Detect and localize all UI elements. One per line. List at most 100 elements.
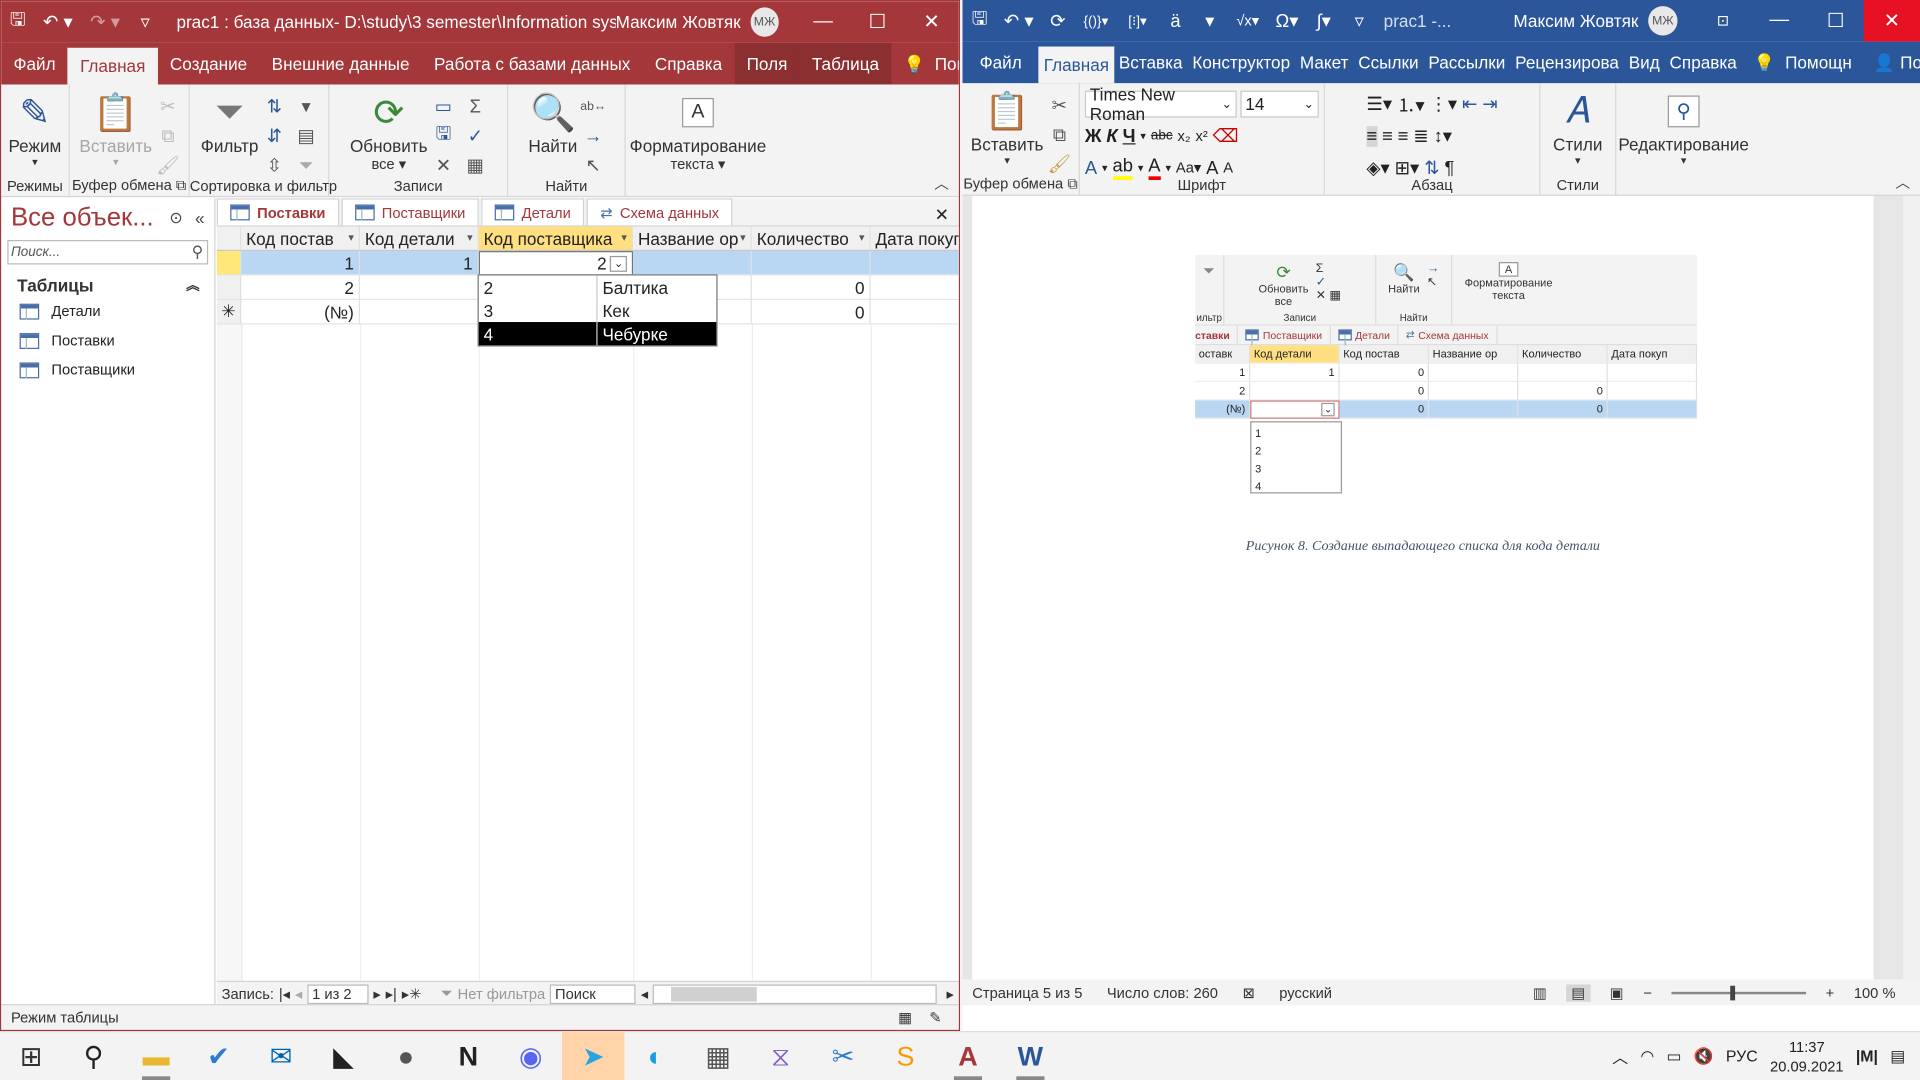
doc-tab-relationships[interactable]: ⇄ Схема данных: [586, 198, 733, 226]
scrollbar-thumb[interactable]: [671, 986, 758, 1002]
discord-icon[interactable]: ◉: [500, 1032, 562, 1080]
format-painter-icon[interactable]: 🖌: [1048, 153, 1071, 175]
nav-search-input[interactable]: Поиск... ⚲: [7, 240, 209, 265]
nav-item-suppliers[interactable]: Поставщики: [1, 355, 214, 384]
table-cell[interactable]: 1: [241, 251, 361, 276]
advanced-filter-icon[interactable]: ▤: [297, 125, 314, 147]
script-icon[interactable]: ▾: [1193, 0, 1227, 42]
document-page[interactable]: ⏷ ильтр ⟳ Обновить все Σ ✓ ✕ ▦ Записи 🔍 Найти …: [972, 195, 1874, 980]
tab-file[interactable]: Файл: [962, 42, 1038, 84]
dropdown-option-highlighted[interactable]: 4 Чебурке: [478, 322, 717, 346]
table-cell[interactable]: 1: [360, 251, 479, 276]
input-language[interactable]: РУС: [1726, 1047, 1758, 1065]
access-app-icon[interactable]: A: [937, 1032, 999, 1080]
delete-record-icon[interactable]: ✕: [436, 154, 451, 177]
paste-button[interactable]: 📋 Вставить ▾: [968, 88, 1046, 168]
table-cell[interactable]: [360, 275, 479, 301]
language[interactable]: русский: [1279, 984, 1332, 1001]
chevron-up-icon[interactable]: ︽: [186, 276, 199, 296]
column-header[interactable]: Количество ▾: [751, 226, 871, 252]
first-record-icon[interactable]: |◂: [279, 985, 290, 1002]
read-mode-icon[interactable]: ▥: [1533, 984, 1547, 1001]
table-cell[interactable]: [751, 251, 871, 276]
whiteboard-icon[interactable]: ◣: [312, 1032, 374, 1080]
close-button[interactable]: ✕: [904, 1, 958, 43]
vertical-scrollbar[interactable]: [1902, 195, 1920, 980]
align-center-icon[interactable]: ≡: [1382, 126, 1393, 147]
strikethrough-icon[interactable]: abc: [1151, 129, 1173, 144]
avatar[interactable]: МЖ: [750, 7, 779, 37]
page-count[interactable]: Страница 5 из 5: [972, 984, 1082, 1001]
table-cell[interactable]: [870, 300, 959, 325]
word-app-icon[interactable]: W: [999, 1032, 1061, 1080]
integral-icon[interactable]: ∫▾: [1305, 0, 1342, 42]
superscript-icon[interactable]: x²: [1195, 127, 1207, 144]
tab-insert[interactable]: Вставка: [1114, 42, 1188, 84]
table-cell[interactable]: [870, 251, 959, 276]
new-record-nav-icon[interactable]: ▸✳: [402, 985, 422, 1002]
notifications-icon[interactable]: ▤: [1890, 1046, 1905, 1066]
tab-create[interactable]: Создание: [158, 43, 260, 85]
prev-record-icon[interactable]: ◂: [295, 985, 302, 1002]
tab-tell-me[interactable]: 💡 Помощн: [891, 43, 959, 85]
nav-item-details[interactable]: Детали: [1, 296, 214, 325]
filter-button[interactable]: ⏷ Фильтр: [198, 89, 260, 156]
search-icon[interactable]: ⚲: [192, 242, 207, 262]
doc-tab-supplies[interactable]: Поставки: [216, 198, 339, 226]
find-button[interactable]: 🔍 Найти: [526, 89, 580, 155]
column-header[interactable]: Название ор ▾: [633, 226, 752, 252]
align-left-icon[interactable]: ≡: [1366, 125, 1378, 147]
snipping-icon[interactable]: ✂: [812, 1032, 874, 1080]
user-name[interactable]: Максим Жовтяк: [616, 12, 741, 32]
subscript-icon[interactable]: x₂: [1178, 127, 1191, 144]
windows-start-icon[interactable]: ⊞: [0, 1032, 62, 1080]
cut-icon[interactable]: ✂: [160, 96, 175, 118]
file-explorer-icon[interactable]: ▬: [125, 1032, 187, 1080]
web-layout-icon[interactable]: ▣: [1610, 984, 1624, 1001]
customize-qat-icon[interactable]: ▿: [1342, 0, 1376, 42]
no-filter-icon[interactable]: ⏷: [441, 984, 453, 1002]
sort-descending-icon[interactable]: ⇵: [267, 125, 282, 147]
user-name[interactable]: Максим Жовтяк: [1513, 11, 1638, 31]
format-painter-icon[interactable]: 🖌: [156, 154, 179, 177]
collapse-ribbon-icon[interactable]: ︿: [934, 173, 949, 194]
record-position-input[interactable]: 1 из 2: [307, 983, 369, 1004]
styles-button[interactable]: 𝐴 Стили ▾: [1551, 88, 1605, 168]
supplier-combo[interactable]: 2 ⌄: [478, 251, 634, 276]
telegram-icon[interactable]: ➤: [562, 1031, 625, 1080]
design-view-status-icon[interactable]: ✎: [929, 1009, 941, 1026]
paste-button[interactable]: 📋 Вставить ▾: [77, 89, 155, 169]
column-header[interactable]: Код детали ▾: [360, 226, 479, 252]
notion-icon[interactable]: N: [437, 1032, 499, 1080]
justify-icon[interactable]: ≣: [1413, 125, 1428, 147]
repeat-icon[interactable]: ⟳: [1041, 0, 1075, 42]
table-cell[interactable]: 0: [751, 275, 871, 301]
shrink-font-icon[interactable]: A: [1223, 159, 1233, 176]
sublime-icon[interactable]: S: [874, 1032, 936, 1080]
new-record-marker[interactable]: ✳: [216, 300, 242, 325]
next-record-icon[interactable]: ▸: [373, 985, 380, 1002]
filter-status[interactable]: Нет фильтра: [458, 985, 546, 1002]
record-selector[interactable]: [216, 251, 242, 276]
dropdown-arrow-icon[interactable]: ▾: [740, 231, 746, 244]
clear-formatting-icon[interactable]: ⌫: [1213, 125, 1239, 147]
totals-icon[interactable]: Σ: [470, 96, 481, 117]
bold-icon[interactable]: Ж: [1085, 126, 1102, 147]
undo-icon[interactable]: ↶ ▾: [997, 0, 1041, 42]
refresh-all-button[interactable]: ⟳ Обновить все ▾: [348, 89, 431, 172]
tab-mailings[interactable]: Рассылки: [1423, 42, 1510, 84]
change-case-icon[interactable]: Aa▾: [1176, 159, 1201, 176]
customize-qat-icon[interactable]: ▿: [129, 1, 162, 43]
increase-indent-icon[interactable]: ⇥: [1482, 93, 1497, 115]
selection-filter-icon[interactable]: ▾: [302, 96, 311, 118]
chevron-down-icon[interactable]: ⌄: [1222, 97, 1232, 110]
text-formatting-button[interactable]: A Форматирование текста ▾: [627, 89, 768, 173]
multilevel-icon[interactable]: ⋮▾: [1429, 93, 1457, 115]
dropdown-option[interactable]: 2 Балтика: [479, 275, 717, 299]
bullets-icon[interactable]: ☰▾: [1366, 93, 1392, 115]
font-name-combo[interactable]: Times New Roman ⌄: [1084, 84, 1237, 124]
zoom-level[interactable]: 100 %: [1854, 984, 1896, 1001]
line-spacing-icon[interactable]: ↕▾: [1434, 125, 1452, 147]
view-button[interactable]: ✎ Режим ▾: [6, 89, 64, 169]
shutter-bar-icon[interactable]: «: [195, 208, 205, 228]
